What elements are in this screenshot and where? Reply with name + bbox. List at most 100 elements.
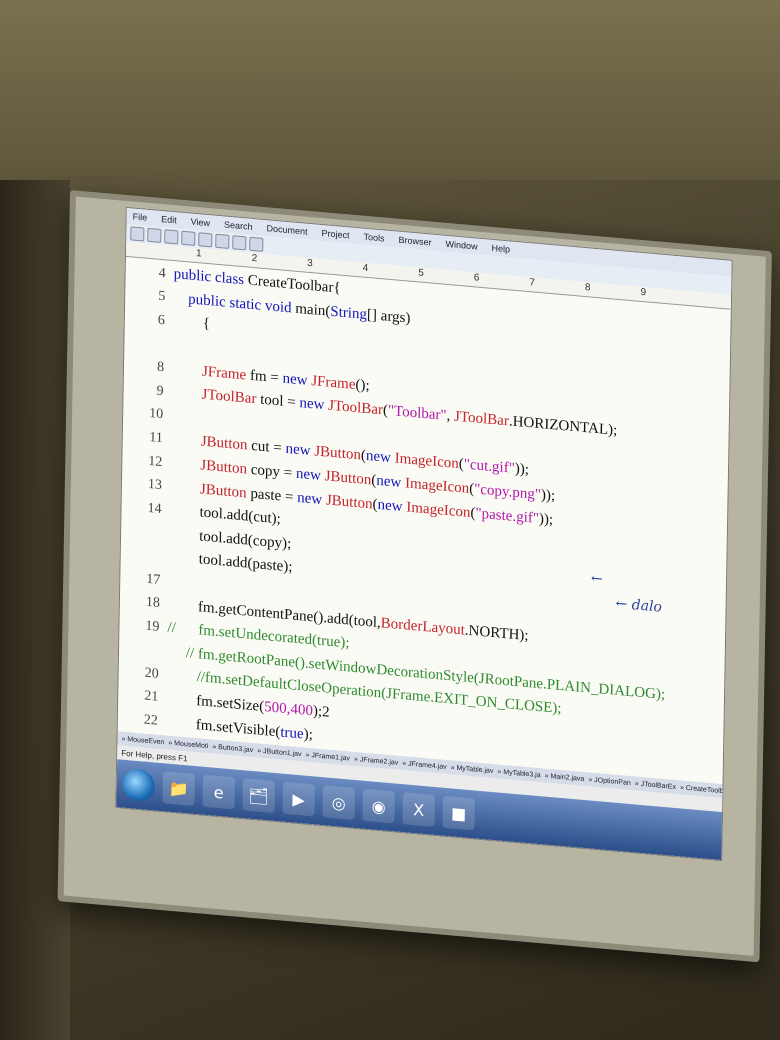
code-token: "paste.gif" bbox=[475, 505, 540, 527]
copy-icon[interactable] bbox=[198, 232, 213, 248]
document-tab[interactable]: » JFrame4.jav bbox=[402, 760, 446, 771]
code-token: new bbox=[376, 472, 406, 492]
explorer-icon[interactable]: 🗂 bbox=[242, 778, 275, 813]
code-token: JToolBar bbox=[453, 408, 510, 430]
editor-app-icon[interactable]: ■ bbox=[442, 795, 475, 831]
document-tab[interactable]: » CreateToolb bbox=[680, 784, 724, 795]
wall-left bbox=[0, 180, 70, 1040]
menu-item-help[interactable]: Help bbox=[489, 243, 512, 255]
document-tab[interactable]: » JFrame1.jav bbox=[306, 751, 350, 762]
folder-icon[interactable]: 📁 bbox=[162, 771, 195, 806]
code-token: ImageIcon bbox=[394, 450, 459, 473]
menu-item-edit[interactable]: Edit bbox=[159, 214, 179, 226]
line-number bbox=[124, 341, 172, 345]
document-tab[interactable]: » MyTable3.ja bbox=[497, 768, 540, 779]
media-player-icon[interactable]: ▶ bbox=[282, 781, 315, 817]
line-number: 19 bbox=[145, 618, 160, 635]
line-number: 11 bbox=[149, 429, 163, 447]
document-tab[interactable]: » MouseEven bbox=[121, 735, 164, 746]
menu-item-project[interactable]: Project bbox=[319, 228, 351, 241]
line-number: 8 bbox=[156, 359, 165, 376]
document-tab[interactable]: » Button3.jav bbox=[212, 743, 253, 754]
code-token: )); bbox=[540, 487, 556, 505]
code-token: new bbox=[377, 496, 407, 516]
ruler-mark: 3 bbox=[307, 257, 313, 270]
redo-icon[interactable] bbox=[249, 236, 264, 252]
code-token: JToolBar bbox=[328, 397, 384, 419]
line-number: 20 bbox=[144, 665, 159, 682]
line-number: 18 bbox=[145, 594, 161, 612]
code-token: public class bbox=[173, 266, 248, 289]
code-token: new bbox=[299, 395, 329, 414]
firefox-icon[interactable]: ◉ bbox=[362, 788, 395, 824]
code-token: JButton bbox=[324, 468, 372, 489]
excel-icon[interactable]: X bbox=[402, 792, 435, 827]
line-number: 9 bbox=[156, 383, 164, 399]
code-token: tool = bbox=[256, 391, 300, 412]
undo-icon[interactable] bbox=[232, 235, 247, 251]
menu-item-search[interactable]: Search bbox=[222, 219, 255, 232]
cut-icon[interactable] bbox=[181, 230, 196, 246]
document-tab[interactable]: » JButton1.jav bbox=[257, 747, 301, 758]
code-token: ImageIcon bbox=[406, 499, 471, 521]
start-button[interactable] bbox=[122, 767, 155, 803]
code-token: cut = bbox=[247, 438, 286, 458]
menu-item-document[interactable]: Document bbox=[264, 223, 309, 237]
code-token: JButton bbox=[314, 443, 362, 464]
code-token: (); bbox=[355, 376, 370, 394]
code-token: true bbox=[280, 724, 304, 743]
code-token: JButton bbox=[199, 481, 247, 502]
code-token: new bbox=[282, 370, 312, 389]
menu-item-window[interactable]: Window bbox=[443, 239, 479, 252]
document-tab[interactable]: » MouseMoti bbox=[168, 739, 208, 749]
ruler-mark: 4 bbox=[362, 262, 369, 275]
new-file-icon[interactable] bbox=[130, 226, 145, 242]
menu-item-browser[interactable]: Browser bbox=[396, 235, 433, 248]
ruler-mark: 7 bbox=[529, 277, 536, 289]
save-icon[interactable] bbox=[164, 229, 179, 245]
document-tab[interactable]: » JToolBarEx bbox=[635, 780, 676, 791]
code-token: JFrame bbox=[201, 363, 247, 384]
code-token: )); bbox=[514, 461, 530, 479]
code-token: copy = bbox=[246, 461, 297, 482]
code-token: [] args) bbox=[366, 306, 411, 327]
document-tab[interactable]: » Main2.java bbox=[545, 772, 585, 782]
code-token: ImageIcon bbox=[404, 475, 470, 497]
menu-item-file[interactable]: File bbox=[131, 211, 150, 223]
code-token: JToolBar bbox=[201, 386, 257, 408]
menu-item-view[interactable]: View bbox=[189, 216, 213, 229]
document-tab[interactable]: » JFrame2.jav bbox=[354, 755, 398, 766]
chrome-icon[interactable]: ◎ bbox=[322, 785, 355, 820]
document-tab[interactable]: » JOptionPan bbox=[588, 776, 631, 787]
code-token: new bbox=[295, 465, 325, 485]
document-tab[interactable]: » MyTable.jav bbox=[451, 764, 494, 775]
line-number: 17 bbox=[146, 571, 161, 588]
code-token: "cut.gif" bbox=[463, 456, 515, 478]
code-token: JButton bbox=[325, 492, 373, 513]
line-number: 13 bbox=[147, 477, 163, 494]
paste-icon[interactable] bbox=[215, 233, 230, 249]
line-number bbox=[119, 648, 167, 652]
code-token: "copy.png" bbox=[474, 481, 542, 504]
line-number: 22 bbox=[143, 712, 158, 729]
whiteboard-frame: File Edit View Search Document Project Tools Br… bbox=[57, 190, 772, 963]
handwritten-arrow: ← bbox=[590, 570, 603, 588]
code-token: paste = bbox=[246, 485, 298, 506]
code-token: fm = bbox=[246, 367, 283, 387]
code-token: new bbox=[285, 441, 315, 460]
line-number: 10 bbox=[149, 406, 164, 423]
line-number: 5 bbox=[158, 289, 166, 305]
ie-browser-icon[interactable]: e bbox=[202, 774, 235, 810]
menu-item-tools[interactable]: Tools bbox=[361, 231, 386, 244]
line-number bbox=[121, 530, 169, 534]
open-file-icon[interactable] bbox=[147, 227, 162, 243]
line-number bbox=[121, 553, 169, 557]
code-token: JButton bbox=[200, 457, 248, 478]
ruler-mark: 8 bbox=[584, 282, 591, 294]
